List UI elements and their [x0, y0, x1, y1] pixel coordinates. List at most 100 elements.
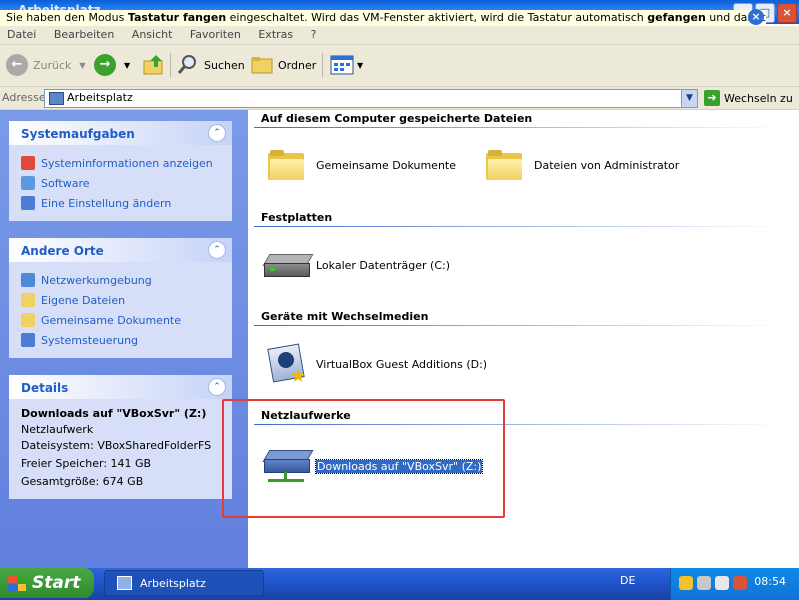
section-divider	[254, 127, 784, 128]
software-icon	[21, 176, 35, 190]
details-panel: Details ⌃ Downloads auf "VBoxSvr" (Z:) N…	[9, 375, 232, 499]
view-dropdown-icon[interactable]: ▼	[357, 61, 363, 70]
address-label: Adresse	[2, 91, 46, 104]
my-computer-icon	[49, 92, 64, 105]
start-button[interactable]: Start	[0, 568, 94, 598]
system-tasks-panel: Systemaufgaben ⌃ Systeminformationen anz…	[9, 121, 232, 221]
folder-icon	[251, 57, 273, 74]
place-my-documents[interactable]: Eigene Dateien	[21, 290, 222, 310]
system-tray: 08:54	[670, 568, 799, 600]
notice-bold-2: gefangen	[647, 11, 706, 24]
control-panel-icon	[21, 196, 35, 210]
place-label: Eigene Dateien	[41, 293, 126, 307]
view-button[interactable]: ▼	[330, 51, 363, 79]
go-arrow-icon: ➜	[704, 90, 720, 106]
taskbar-item-arbeitsplatz[interactable]: Arbeitsplatz	[104, 570, 264, 596]
details-header[interactable]: Details ⌃	[9, 375, 232, 399]
start-label: Start	[32, 573, 81, 593]
menu-favorites[interactable]: Favoriten	[183, 26, 248, 44]
windows-flag-icon	[8, 575, 26, 591]
item-guest-additions-d[interactable]: ★ VirtualBox Guest Additions (D:)	[266, 342, 487, 387]
place-label: Systemsteuerung	[41, 333, 139, 347]
item-label: Gemeinsame Dokumente	[316, 158, 456, 172]
section-title: Geräte mit Wechselmedien	[261, 310, 429, 323]
toolbar: ← Zurück ▼ → ▼ Suchen Ordner ▼	[0, 45, 799, 87]
system-info-icon	[21, 156, 35, 170]
search-button[interactable]: Suchen	[176, 51, 245, 79]
details-filesystem: Dateisystem: VBoxSharedFolderFS	[21, 439, 212, 452]
details-title: Details	[21, 381, 69, 395]
task-label: Software	[41, 176, 90, 190]
go-button[interactable]: ➜ Wechseln zu	[704, 89, 793, 107]
notice-close-icon[interactable]: ×	[748, 9, 764, 25]
clock: 08:54	[754, 575, 786, 588]
place-label: Netzwerkumgebung	[41, 273, 152, 287]
notice-bold-1: Tastatur fangen	[127, 11, 227, 24]
virtualbox-icon[interactable]	[715, 576, 729, 590]
toolbar-separator	[322, 53, 323, 77]
notice-text-1: Sie haben den Modus	[6, 11, 128, 24]
item-admin-files[interactable]: Dateien von Administrator	[486, 150, 679, 180]
virtualbox-cd-icon: ★	[266, 342, 306, 387]
back-dropdown-icon[interactable]: ▼	[79, 61, 85, 70]
system-tasks-header[interactable]: Systemaufgaben ⌃	[9, 121, 232, 145]
task-label: Systeminformationen anzeigen	[41, 156, 213, 170]
my-computer-icon	[117, 576, 132, 590]
go-label: Wechseln zu	[724, 91, 793, 105]
address-value: Arbeitsplatz	[67, 91, 133, 104]
task-software[interactable]: Software	[21, 173, 222, 193]
place-label: Gemeinsame Dokumente	[41, 313, 181, 327]
place-control-panel[interactable]: Systemsteuerung	[21, 330, 222, 350]
security-shield-icon[interactable]	[733, 576, 747, 590]
volume-icon[interactable]	[697, 576, 711, 590]
network-icon	[21, 273, 35, 287]
collapse-chevron-icon[interactable]: ⌃	[208, 241, 226, 259]
menu-view[interactable]: Ansicht	[125, 26, 180, 44]
details-type: Netzlaufwerk	[21, 423, 94, 436]
place-network[interactable]: Netzwerkumgebung	[21, 270, 222, 290]
language-indicator[interactable]: DE	[620, 574, 635, 587]
back-button[interactable]: ← Zurück ▼	[6, 51, 86, 79]
search-icon	[177, 55, 196, 74]
task-pane: Systemaufgaben ⌃ Systeminformationen anz…	[0, 110, 248, 568]
other-places-panel: Andere Orte ⌃ Netzwerkumgebung Eigene Da…	[9, 238, 232, 358]
menu-edit[interactable]: Bearbeiten	[47, 26, 121, 44]
search-label: Suchen	[204, 58, 245, 72]
address-dropdown-icon[interactable]: ▼	[681, 90, 697, 107]
task-change-setting[interactable]: Eine Einstellung ändern	[21, 193, 222, 213]
taskbar-item-label: Arbeitsplatz	[140, 576, 206, 590]
task-system-info[interactable]: Systeminformationen anzeigen	[21, 153, 222, 173]
details-total-size: Gesamtgröße: 674 GB	[21, 475, 144, 488]
collapse-chevron-icon[interactable]: ⌃	[208, 378, 226, 396]
up-folder-button[interactable]	[142, 51, 166, 79]
menu-file[interactable]: Datei	[0, 26, 43, 44]
hard-drive-icon	[262, 252, 314, 278]
item-local-disk-c[interactable]: Lokaler Datenträger (C:)	[262, 252, 450, 278]
collapse-chevron-icon[interactable]: ⌃	[208, 124, 226, 142]
system-tasks-title: Systemaufgaben	[21, 127, 135, 141]
address-bar: Adresse Arbeitsplatz ▼ ➜ Wechseln zu	[0, 87, 799, 110]
address-input[interactable]: Arbeitsplatz ▼	[44, 89, 698, 108]
details-free-space: Freier Speicher: 141 GB	[21, 457, 152, 470]
menu-extras[interactable]: Extras	[251, 26, 300, 44]
menu-help[interactable]: ?	[304, 26, 324, 44]
vm-keyboard-notice: Sie haben den Modus Tastatur fangen eing…	[0, 10, 766, 27]
folders-button[interactable]: Ordner	[250, 51, 316, 79]
folder-icon	[21, 313, 35, 327]
place-shared-documents[interactable]: Gemeinsame Dokumente	[21, 310, 222, 330]
section-divider	[254, 325, 784, 326]
item-label: Dateien von Administrator	[534, 158, 680, 172]
highlight-frame	[222, 399, 505, 518]
item-shared-documents[interactable]: Gemeinsame Dokumente	[268, 150, 456, 180]
details-name: Downloads auf "VBoxSvr" (Z:)	[21, 407, 207, 420]
task-label: Eine Einstellung ändern	[41, 196, 172, 210]
close-button[interactable]: ×	[777, 3, 797, 23]
forward-button[interactable]: → ▼	[94, 51, 130, 79]
toolbar-separator	[170, 53, 171, 77]
folder-icon	[486, 150, 522, 180]
forward-dropdown-icon[interactable]: ▼	[124, 61, 130, 70]
view-grid-icon	[330, 55, 354, 75]
folder-icon	[21, 293, 35, 307]
other-places-header[interactable]: Andere Orte ⌃	[9, 238, 232, 262]
keys-icon[interactable]	[679, 576, 693, 590]
